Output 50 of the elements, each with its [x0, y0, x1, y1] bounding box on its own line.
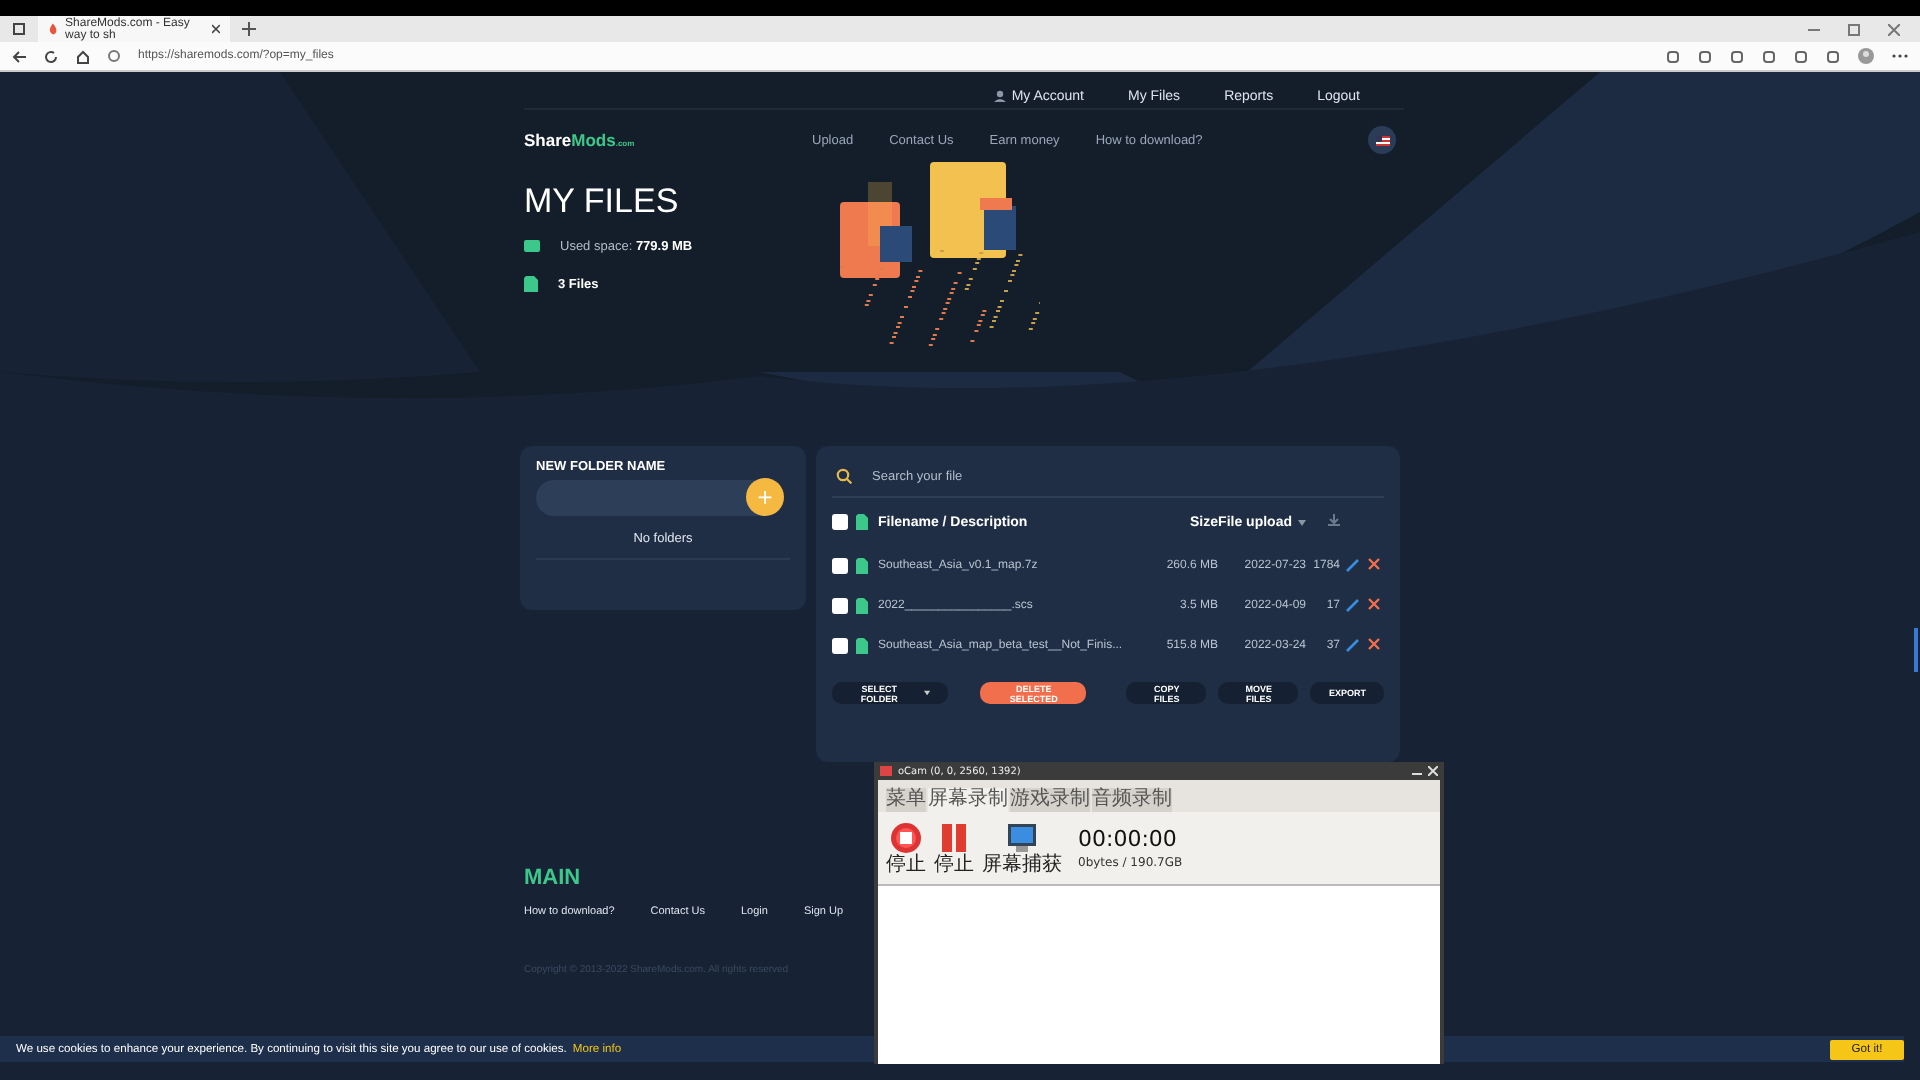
checkbox[interactable]	[832, 598, 848, 614]
drive-icon	[524, 238, 540, 254]
flame-icon	[48, 22, 60, 36]
tool-button[interactable]: 停止	[886, 821, 926, 875]
pause-icon	[938, 821, 970, 853]
tab[interactable]: 音频录制	[1092, 788, 1172, 812]
close-icon	[1888, 23, 1900, 35]
file-icon	[856, 558, 868, 574]
back-icon	[12, 49, 26, 63]
camera-icon	[880, 766, 892, 776]
file-icon	[856, 638, 868, 654]
search-icon	[836, 468, 852, 484]
page-title: MY FILES	[524, 182, 681, 222]
more-icon	[1892, 52, 1908, 60]
language-button[interactable]	[1368, 126, 1396, 154]
monitor-icon	[1006, 821, 1038, 853]
footer-title: MAIN	[524, 866, 583, 890]
checkbox[interactable]	[832, 514, 848, 530]
caret-icon	[1298, 519, 1306, 525]
close-icon[interactable]	[1368, 598, 1380, 610]
flag-icon	[1375, 135, 1389, 145]
file-icon	[856, 514, 868, 530]
tabs-icon	[12, 22, 26, 36]
tool-button[interactable]: 停止	[934, 821, 974, 875]
pencil-icon[interactable]	[1345, 597, 1359, 611]
tab[interactable]: 屏幕录制	[928, 788, 1008, 812]
close-icon	[212, 24, 221, 34]
close-icon	[1428, 766, 1438, 776]
plus-icon	[242, 22, 256, 36]
tool-button[interactable]: 屏幕捕获	[982, 821, 1062, 875]
profile-icon	[1858, 48, 1874, 64]
stop-icon	[890, 821, 922, 853]
timer-text: 00:00:00	[1078, 826, 1179, 852]
file-icon	[856, 598, 868, 614]
tab[interactable]: 菜单	[886, 788, 926, 812]
minimize-icon	[1808, 23, 1820, 35]
maximize-icon	[1848, 23, 1860, 35]
user-icon	[993, 90, 1006, 102]
pencil-icon[interactable]	[1345, 557, 1359, 571]
file-icon	[524, 276, 538, 292]
checkbox[interactable]	[832, 558, 848, 574]
caret-icon	[924, 690, 931, 696]
download-icon	[1328, 514, 1340, 526]
pencil-icon[interactable]	[1345, 637, 1359, 651]
checkbox[interactable]	[832, 638, 848, 654]
scrollbar-thumb[interactable]	[1914, 628, 1918, 672]
tab[interactable]: 游戏录制	[1010, 788, 1090, 812]
close-icon[interactable]	[1368, 638, 1380, 650]
close-icon[interactable]	[1368, 558, 1380, 570]
home-icon	[76, 49, 90, 63]
